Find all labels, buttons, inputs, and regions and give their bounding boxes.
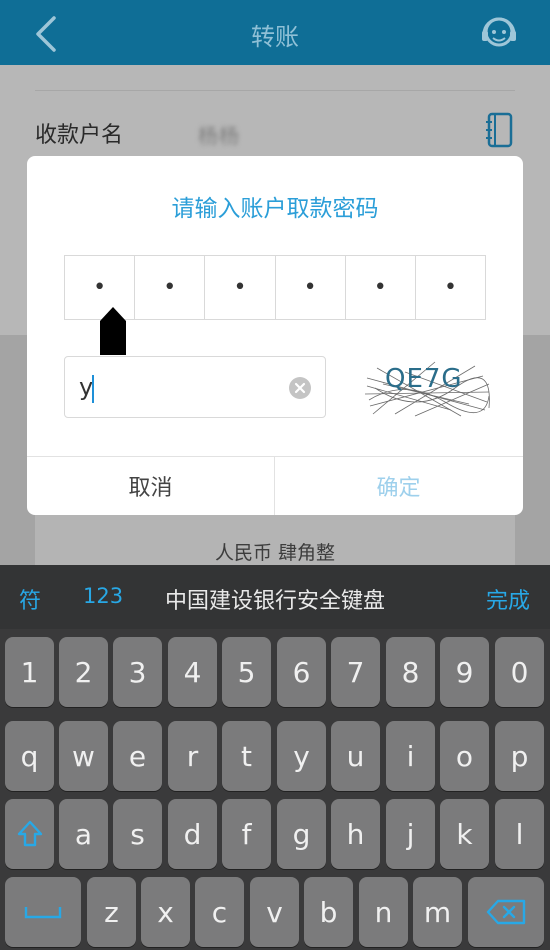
keyboard-toolbar: 符 123 中国建设银行安全键盘 完成 (0, 565, 550, 629)
payee-name-label: 收款户名 (35, 123, 124, 148)
confirm-button[interactable]: 确定 (275, 456, 522, 515)
key-k[interactable]: k (440, 799, 489, 869)
top-navigation-bar: 转账 (0, 0, 550, 65)
divider (35, 90, 515, 91)
key-q[interactable]: q (5, 721, 54, 791)
backspace-icon (486, 899, 526, 925)
key-b[interactable]: b (304, 877, 353, 947)
key-i[interactable]: i (386, 721, 435, 791)
key-v[interactable]: v (250, 877, 299, 947)
key-0[interactable]: 0 (495, 637, 544, 707)
key-y[interactable]: y (277, 721, 326, 791)
key-n[interactable]: n (359, 877, 408, 947)
pin-digit: • (346, 256, 416, 319)
backspace-key[interactable] (468, 877, 544, 947)
key-2[interactable]: 2 (59, 637, 108, 707)
key-5[interactable]: 5 (222, 637, 271, 707)
key-l[interactable]: l (495, 799, 544, 869)
captcha-text: QE7G (385, 364, 463, 394)
key-s[interactable]: s (113, 799, 162, 869)
cancel-button[interactable]: 取消 (27, 456, 274, 515)
pin-input[interactable]: • • • • • • (64, 255, 486, 320)
dialog-title: 请输入账户取款密码 (171, 196, 379, 222)
key-t[interactable]: t (222, 721, 271, 791)
key-9[interactable]: 9 (440, 637, 489, 707)
clear-icon[interactable] (289, 377, 311, 399)
key-1[interactable]: 1 (5, 637, 54, 707)
done-button[interactable]: 完成 (486, 583, 530, 615)
key-z[interactable]: z (87, 877, 136, 947)
key-w[interactable]: w (59, 721, 108, 791)
password-dialog: 请输入账户取款密码 • • • • • • y QE7G 取消 确定 (27, 156, 523, 515)
pointer-cursor-icon (100, 307, 126, 355)
secure-keyboard: 1 2 3 4 5 6 7 8 9 0 q w e r t y u i o p … (0, 629, 550, 950)
key-r[interactable]: r (168, 721, 217, 791)
keyboard-title: 中国建设银行安全键盘 (164, 589, 385, 614)
key-x[interactable]: x (141, 877, 190, 947)
shift-icon (17, 820, 42, 847)
key-f[interactable]: f (222, 799, 271, 869)
space-key[interactable] (5, 877, 81, 947)
key-3[interactable]: 3 (113, 637, 162, 707)
key-7[interactable]: 7 (331, 637, 380, 707)
text-cursor (92, 375, 94, 403)
key-a[interactable]: a (59, 799, 108, 869)
space-icon (24, 907, 62, 919)
page-title: 转账 (251, 23, 299, 51)
key-u[interactable]: u (331, 721, 380, 791)
address-book-icon[interactable] (484, 112, 516, 148)
pin-digit: • (205, 256, 276, 319)
key-8[interactable]: 8 (386, 637, 435, 707)
captcha-image[interactable]: QE7G (365, 358, 490, 418)
key-o[interactable]: o (440, 721, 489, 791)
key-m[interactable]: m (413, 877, 462, 947)
verification-code-field[interactable]: y (64, 356, 326, 418)
pin-digit: • (135, 256, 206, 319)
key-j[interactable]: j (386, 799, 435, 869)
payee-name-value: 杨杨 (198, 124, 240, 148)
key-c[interactable]: c (195, 877, 244, 947)
amount-in-words: 人民币 肆角整 (214, 542, 336, 564)
key-e[interactable]: e (113, 721, 162, 791)
pin-digit: • (443, 274, 457, 300)
shift-key[interactable] (5, 799, 54, 869)
customer-service-icon[interactable] (478, 12, 520, 54)
key-d[interactable]: d (168, 799, 217, 869)
key-6[interactable]: 6 (277, 637, 326, 707)
key-g[interactable]: g (277, 799, 326, 869)
key-4[interactable]: 4 (168, 637, 217, 707)
key-h[interactable]: h (331, 799, 380, 869)
pin-digit: • (276, 256, 346, 319)
key-p[interactable]: p (495, 721, 544, 791)
